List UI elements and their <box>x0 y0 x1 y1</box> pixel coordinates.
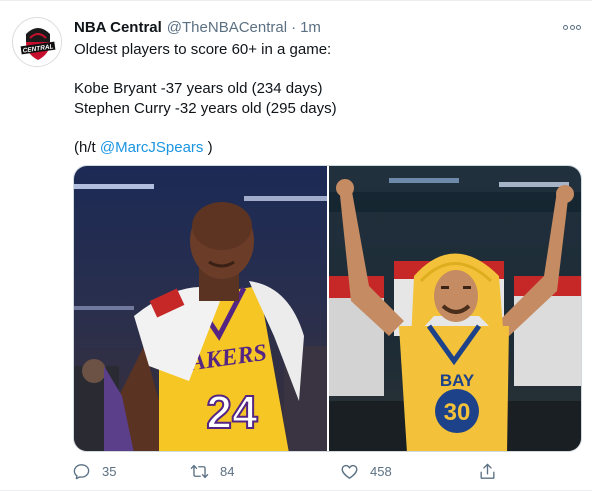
tweet-card[interactable]: CENTRAL NBA Central @TheNBACentral · 1m … <box>0 0 592 491</box>
tweet-line-3: Stephen Curry -32 years old (295 days) <box>74 99 337 117</box>
like-icon <box>341 464 358 479</box>
photo-right[interactable]: BAY 30 <box>328 166 581 451</box>
tweet-text: Oldest players to score 60+ in a game: K… <box>74 40 574 157</box>
reply-button[interactable]: 35 <box>72 457 116 485</box>
display-name[interactable]: NBA Central <box>74 19 162 36</box>
share-icon <box>480 463 495 479</box>
jersey-team-text-right: BAY <box>439 371 474 390</box>
like-count: 458 <box>370 463 392 479</box>
tweet-actions: 35 84 458 <box>70 457 510 485</box>
reply-icon <box>73 463 90 479</box>
media-grid: LAKERS 24 BAY 30 <box>73 165 582 452</box>
more-icon[interactable] <box>563 23 581 31</box>
reply-count: 35 <box>102 463 117 479</box>
ht-suffix: ) <box>203 138 213 156</box>
photo-right-image: BAY 30 <box>328 166 581 451</box>
nba-central-logo: CENTRAL <box>14 19 61 66</box>
share-button[interactable] <box>478 457 508 485</box>
mention-link[interactable]: @MarcJSpears <box>100 139 204 156</box>
jersey-number-left: 24 <box>206 386 258 438</box>
tweet-line-ht: (h/t @MarcJSpears ) <box>74 138 574 158</box>
header-separator: · <box>291 18 297 36</box>
jersey-number-right: 30 <box>443 399 470 426</box>
photo-left-image: LAKERS 24 <box>74 166 327 451</box>
retweet-icon <box>190 464 209 478</box>
like-button[interactable]: 458 <box>340 457 392 485</box>
photo-left[interactable]: LAKERS 24 <box>74 166 327 451</box>
tweet-header: NBA Central @TheNBACentral · 1m <box>74 17 321 37</box>
tweet-line-2: Kobe Bryant -37 years old (234 days) <box>74 80 323 97</box>
avatar[interactable]: CENTRAL <box>12 17 62 67</box>
ht-prefix: (h/t <box>74 138 100 156</box>
retweet-button[interactable]: 84 <box>190 457 234 485</box>
user-handle[interactable]: @TheNBACentral <box>167 19 287 36</box>
timestamp[interactable]: 1m <box>300 19 321 36</box>
retweet-count: 84 <box>220 463 235 479</box>
tweet-line-1: Oldest players to score 60+ in a game: <box>74 41 332 58</box>
